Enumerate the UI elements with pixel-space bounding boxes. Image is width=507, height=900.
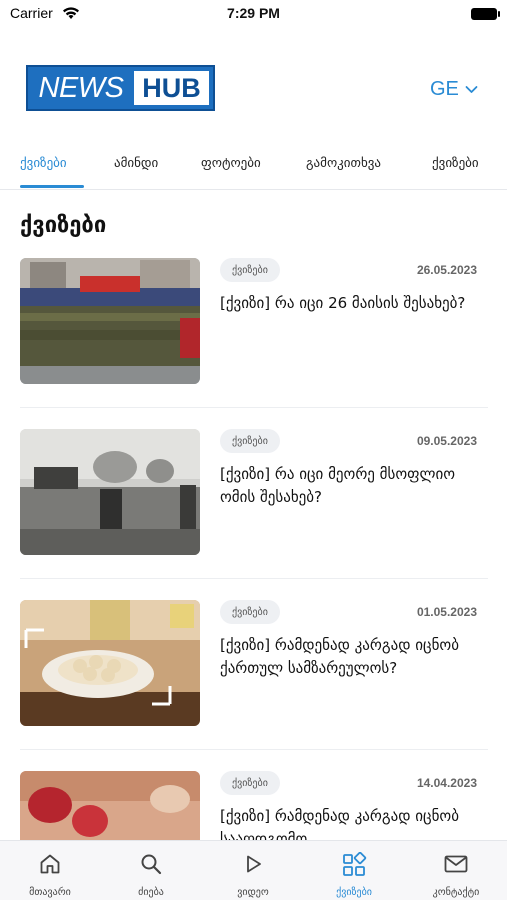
nav-home[interactable]: მთავარი [0, 841, 100, 900]
logo-hub-text: HUB [134, 71, 209, 105]
article-title[interactable]: [ქვიზი] რამდენად კარგად იცნობ ქართულ სამ… [220, 634, 490, 680]
article-card[interactable]: ქვიზები 01.05.2023 [ქვიზი] რამდენად კარგ… [20, 600, 488, 740]
logo-news-text: NEWS [38, 71, 125, 104]
nav-search[interactable]: ძიება [101, 841, 201, 900]
chevron-down-icon [465, 86, 478, 93]
category-badge: ქვიზები [220, 258, 280, 282]
section-title: ქვიზები [20, 213, 107, 238]
nav-search-label: ძიება [138, 887, 164, 898]
nav-contact-label: კონტაქტი [432, 887, 480, 898]
tab-quizzes-2[interactable]: ქვიზები [432, 156, 479, 171]
home-icon [40, 854, 60, 874]
divider [20, 749, 488, 750]
grid-icon [343, 852, 367, 876]
tab-weather[interactable]: ამინდი [114, 156, 158, 171]
language-selector[interactable]: GE [430, 78, 478, 101]
language-label: GE [430, 78, 459, 100]
article-date: 01.05.2023 [416, 605, 477, 619]
battery-icon [471, 8, 500, 20]
article-card[interactable]: ქვიზები 09.05.2023 [ქვიზი] რა იცი მეორე … [20, 429, 488, 569]
article-date: 14.04.2023 [416, 776, 477, 790]
play-icon [247, 855, 261, 873]
nav-contact[interactable]: კონტაქტი [406, 841, 506, 900]
nav-home-label: მთავარი [29, 887, 71, 898]
category-tabs: ქვიზები ამინდი ფოტოები გამოკითხვა ქვიზებ… [0, 150, 507, 190]
status-bar: Carrier 7:29 PM [0, 0, 507, 28]
divider [20, 578, 488, 579]
bottom-navigation: მთავარი ძიება ვიდეო ქვიზები კონტაქტი [0, 840, 507, 900]
article-date: 26.05.2023 [416, 263, 477, 277]
clock: 7:29 PM [227, 5, 280, 21]
ww2-battlefield-image [20, 429, 200, 555]
tab-poll[interactable]: გამოკითხვა [306, 156, 381, 171]
category-badge: ქვიზები [220, 600, 280, 624]
article-title[interactable]: [ქვიზი] რა იცი 26 მაისის შესახებ? [220, 292, 490, 315]
nav-quizzes-label: ქვიზები [336, 887, 372, 898]
mail-icon [444, 855, 468, 873]
active-tab-indicator [20, 185, 84, 188]
khinkali-dish-image [20, 600, 200, 726]
nav-video[interactable]: ვიდეო [203, 841, 303, 900]
nav-quizzes[interactable]: ქვიზები [304, 841, 404, 900]
newshub-logo[interactable]: NEWS HUB [26, 65, 215, 111]
article-date: 09.05.2023 [416, 434, 477, 448]
tab-photos[interactable]: ფოტოები [201, 156, 261, 171]
search-icon [141, 854, 162, 875]
divider [20, 407, 488, 408]
category-badge: ქვიზები [220, 771, 280, 795]
category-badge: ქვიზები [220, 429, 280, 453]
nav-video-label: ვიდეო [237, 887, 269, 898]
article-card[interactable]: ქვიზები 26.05.2023 [ქვიზი] რა იცი 26 მაი… [20, 258, 488, 398]
military-parade-image [20, 258, 200, 384]
article-title[interactable]: [ქვიზი] რა იცი მეორე მსოფლიო ომის შესახე… [220, 463, 490, 509]
tab-quizzes[interactable]: ქვიზები [20, 156, 67, 171]
